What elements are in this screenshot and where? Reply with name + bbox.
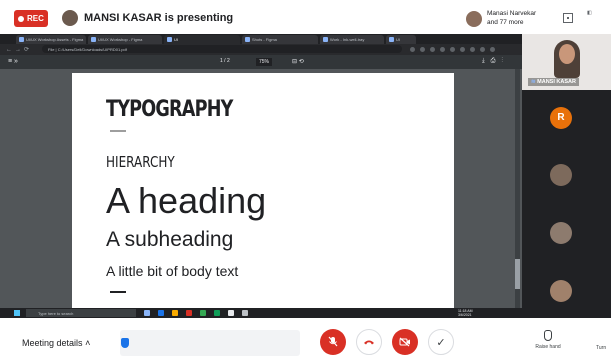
self-name-label: MANSI KASAR xyxy=(528,78,579,86)
meeting-details-label: Meeting details xyxy=(22,338,83,348)
raise-hand-button[interactable]: Raise hand xyxy=(528,330,568,350)
pdf-viewer: TYPOGRAPHY HIERARCHY A heading A subhead… xyxy=(0,69,522,337)
mic-off-icon xyxy=(328,336,338,347)
extension-icon[interactable] xyxy=(430,47,435,52)
layout-button[interactable]: ◧ xyxy=(587,10,592,16)
captions-overlay xyxy=(120,330,300,356)
viewer-avatar xyxy=(466,11,482,27)
title-underline xyxy=(110,130,126,132)
browser-tab[interactable]: UI/UX Workshop - Figma xyxy=(88,35,162,44)
participant-avatar[interactable] xyxy=(550,164,572,186)
meet-window: REC MANSI KASAR is presenting Manasi Nar… xyxy=(0,0,611,358)
pdf-fit-icon[interactable]: ⊟ ⟲ xyxy=(292,58,304,65)
tray-date: 3/6/2021 xyxy=(458,313,472,317)
self-face xyxy=(559,44,575,64)
windows-start-icon[interactable] xyxy=(14,310,20,316)
participant-avatar[interactable] xyxy=(550,280,572,302)
raise-hand-label: Raise hand xyxy=(535,344,561,350)
turn-on-label[interactable]: Turn xyxy=(596,345,606,351)
camera-toggle-button[interactable] xyxy=(392,329,418,355)
check-icon[interactable]: ✓ xyxy=(428,329,454,355)
grid-icon[interactable] xyxy=(563,13,573,23)
chevron-up-icon: ˄ xyxy=(85,338,91,348)
app-icon[interactable] xyxy=(186,310,192,316)
app-icon[interactable] xyxy=(242,310,248,316)
presenting-text: MANSI KASAR is presenting xyxy=(84,12,234,24)
scroll-thumb[interactable] xyxy=(515,259,520,289)
viewer-name: Manasi Narvekar xyxy=(487,10,537,17)
participant-avatar-initial[interactable]: R xyxy=(550,107,572,129)
pdf-scrollbar[interactable] xyxy=(515,69,520,308)
pdf-page-indicator[interactable]: 1 / 2 xyxy=(220,58,230,64)
app-icon[interactable] xyxy=(214,310,220,316)
camera-off-icon xyxy=(399,337,410,347)
mic-toggle-button[interactable] xyxy=(320,329,346,355)
leave-call-button[interactable] xyxy=(356,329,382,355)
sample-subheading: A subheading xyxy=(106,228,234,251)
browser-tab[interactable]: Shots - Figma xyxy=(242,35,318,44)
participant-summary[interactable]: Manasi Narvekar and 77 more xyxy=(487,9,547,27)
raise-hand-icon xyxy=(544,330,552,341)
task-view-icon[interactable] xyxy=(144,310,150,316)
browser-toolbar: ←→⟳ File | C:/Users/Dell/Downloads/UIPRD… xyxy=(0,44,522,55)
slide-section: HIERARCHY xyxy=(106,153,175,171)
shield-icon[interactable] xyxy=(121,338,129,348)
sample-heading: A heading xyxy=(106,180,267,221)
browser-tab[interactable]: Work - Ink-well-tray xyxy=(320,35,384,44)
extension-icon[interactable] xyxy=(490,47,495,52)
extension-icon[interactable] xyxy=(440,47,445,52)
browser-tab-active[interactable]: UI xyxy=(164,35,240,44)
folder-icon[interactable] xyxy=(172,310,178,316)
viewer-more: and 77 more xyxy=(487,19,524,26)
extension-icon[interactable] xyxy=(420,47,425,52)
extension-icon[interactable] xyxy=(460,47,465,52)
system-tray[interactable]: 11:18 AM 3/6/2021 xyxy=(458,309,473,317)
chrome-icon[interactable] xyxy=(200,310,206,316)
browser-tab-strip: UI/UX Workshop Assets - Figma UI/UX Work… xyxy=(0,34,522,44)
extension-icon[interactable] xyxy=(410,47,415,52)
meet-top-bar: REC MANSI KASAR is presenting Manasi Nar… xyxy=(0,0,611,34)
app-icon[interactable] xyxy=(228,310,234,316)
browser-tab[interactable]: UI xyxy=(386,35,416,44)
extension-icons xyxy=(410,47,516,52)
browser-tab[interactable]: UI/UX Workshop Assets - Figma xyxy=(16,35,86,44)
edge-icon[interactable] xyxy=(158,310,164,316)
pdf-toolbar: ≡ » 1 / 2 75% ⊟ ⟲ ⤓⎙⋮ xyxy=(0,55,522,69)
body-underline xyxy=(110,291,126,293)
recording-badge: REC xyxy=(14,10,48,27)
recording-label: REC xyxy=(27,14,44,23)
sample-body-text: A little bit of body text xyxy=(106,263,239,279)
hang-up-icon xyxy=(364,340,374,345)
meet-controls-bar: Meeting details ˄ ✓ Raise hand Turn xyxy=(0,318,611,358)
menu-icon[interactable]: ≡ » xyxy=(8,58,18,65)
pdf-zoom[interactable]: 75% xyxy=(256,58,273,66)
extension-icon[interactable] xyxy=(470,47,475,52)
presenter-avatar xyxy=(62,10,78,26)
extension-icon[interactable] xyxy=(480,47,485,52)
self-video-tile[interactable]: MANSI KASAR xyxy=(522,34,611,90)
pdf-page: TYPOGRAPHY HIERARCHY A heading A subhead… xyxy=(72,73,454,308)
pdf-download-print-icons[interactable]: ⤓⎙⋮ xyxy=(482,58,509,65)
shared-screen: UI/UX Workshop Assets - Figma UI/UX Work… xyxy=(0,34,522,337)
taskbar-search[interactable]: Type here to search xyxy=(26,309,136,317)
record-icon xyxy=(18,15,24,22)
participants-panel: MANSI KASAR R xyxy=(522,34,611,318)
extension-icon[interactable] xyxy=(450,47,455,52)
slide-title: TYPOGRAPHY xyxy=(106,97,233,122)
participant-avatar[interactable] xyxy=(550,222,572,244)
browser-nav-icons[interactable]: ←→⟳ xyxy=(6,46,32,53)
meeting-details-button[interactable]: Meeting details ˄ xyxy=(22,338,90,348)
windows-taskbar: Type here to search 11:18 AM 3/6/2021 xyxy=(0,308,522,318)
taskbar-apps xyxy=(144,310,248,316)
address-bar[interactable]: File | C:/Users/Dell/Downloads/UIPRD01.p… xyxy=(42,45,402,53)
